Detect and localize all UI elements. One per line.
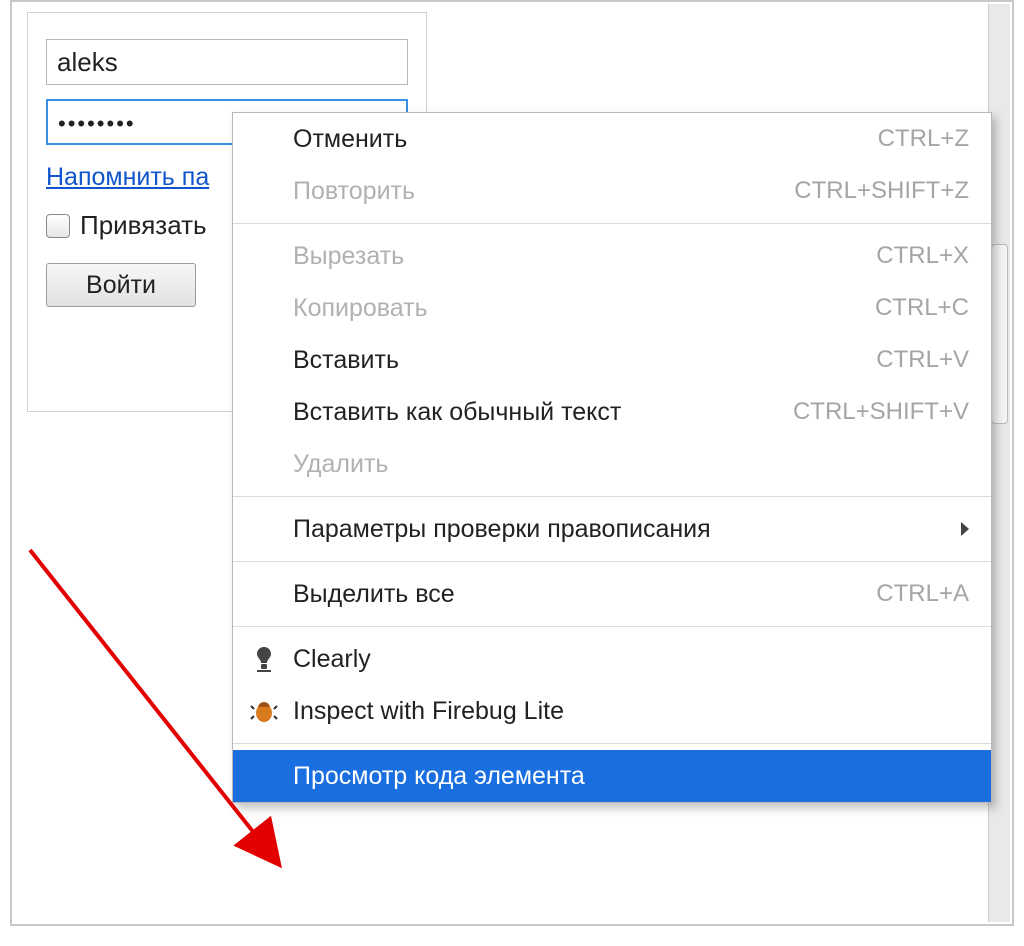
menu-item-label: Просмотр кода элемента xyxy=(293,762,969,791)
menu-item: Удалить xyxy=(233,438,991,490)
menu-item-shortcut: CTRL+V xyxy=(876,346,969,374)
menu-item-shortcut: CTRL+X xyxy=(876,242,969,270)
menu-separator xyxy=(233,743,991,744)
menu-item-shortcut: CTRL+Z xyxy=(878,125,969,153)
menu-separator xyxy=(233,561,991,562)
bind-label: Привязать xyxy=(80,210,207,241)
menu-separator xyxy=(233,496,991,497)
menu-item-label: Выделить все xyxy=(293,580,876,609)
menu-item-shortcut: CTRL+C xyxy=(875,294,969,322)
menu-item[interactable]: ВставитьCTRL+V xyxy=(233,334,991,386)
menu-item-label: Копировать xyxy=(293,294,875,323)
menu-item[interactable]: Clearly xyxy=(233,633,991,685)
menu-item-shortcut: CTRL+SHIFT+Z xyxy=(794,177,969,205)
login-button[interactable]: Войти xyxy=(46,263,196,307)
menu-item-label: Вырезать xyxy=(293,242,876,271)
menu-item-label: Clearly xyxy=(293,645,969,674)
menu-item-label: Вставить xyxy=(293,346,876,375)
menu-item-label: Параметры проверки правописания xyxy=(293,515,949,544)
menu-item[interactable]: Просмотр кода элемента xyxy=(233,750,991,802)
content-frame: •••••••• Напомнить па Привязать Войти От… xyxy=(10,0,1014,926)
menu-item[interactable]: Вставить как обычный текстCTRL+SHIFT+V xyxy=(233,386,991,438)
menu-item-label: Вставить как обычный текст xyxy=(293,398,793,427)
context-menu[interactable]: ОтменитьCTRL+ZПовторитьCTRL+SHIFT+ZВырез… xyxy=(232,112,992,803)
firebug-icon xyxy=(249,696,279,726)
menu-item-label: Отменить xyxy=(293,125,878,154)
menu-separator xyxy=(233,626,991,627)
remind-password-link[interactable]: Напомнить па xyxy=(46,163,209,192)
lamp-icon xyxy=(249,644,279,674)
menu-item[interactable]: Параметры проверки правописания xyxy=(233,503,991,555)
menu-item-label: Удалить xyxy=(293,450,969,479)
username-input[interactable] xyxy=(46,39,408,85)
menu-item[interactable]: Inspect with Firebug Lite xyxy=(233,685,991,737)
menu-item: ПовторитьCTRL+SHIFT+Z xyxy=(233,165,991,217)
menu-separator xyxy=(233,223,991,224)
menu-item[interactable]: Выделить всеCTRL+A xyxy=(233,568,991,620)
menu-item[interactable]: ОтменитьCTRL+Z xyxy=(233,113,991,165)
menu-item: КопироватьCTRL+C xyxy=(233,282,991,334)
scroll-thumb[interactable] xyxy=(991,244,1008,424)
menu-item-label: Inspect with Firebug Lite xyxy=(293,697,969,726)
menu-item: ВырезатьCTRL+X xyxy=(233,230,991,282)
bind-checkbox[interactable] xyxy=(46,214,70,238)
menu-item-label: Повторить xyxy=(293,177,794,206)
menu-item-shortcut: CTRL+SHIFT+V xyxy=(793,398,969,426)
submenu-arrow-icon xyxy=(961,522,969,536)
menu-item-shortcut: CTRL+A xyxy=(876,580,969,608)
